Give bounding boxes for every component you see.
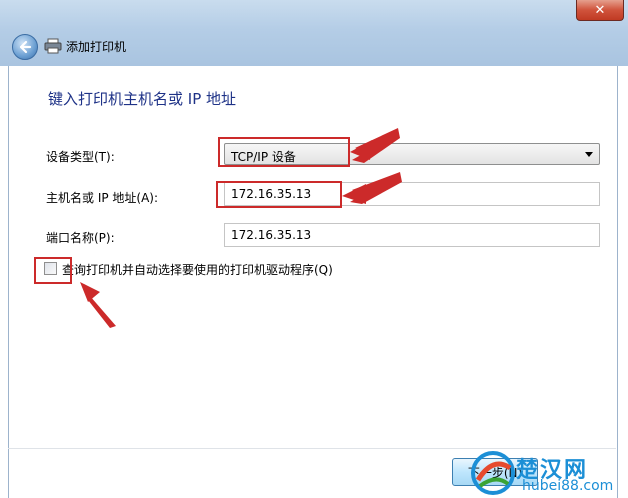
- hostname-label: 主机名或 IP 地址(A):: [46, 191, 159, 205]
- watermark-subtext: hubei88.com: [522, 478, 614, 494]
- printer-icon: [44, 38, 62, 54]
- window-title: 添加打印机: [66, 40, 127, 54]
- close-icon: ✕: [594, 2, 606, 18]
- back-button[interactable]: [12, 34, 38, 60]
- window-controls: ✕: [576, 0, 624, 22]
- query-printer-checkbox-label: 查询打印机并自动选择要使用的打印机驱动程序(Q): [62, 263, 333, 277]
- watermark-logo: 楚汉网 hubei88.com: [470, 448, 626, 498]
- close-button[interactable]: ✕: [576, 0, 624, 21]
- back-arrow-icon: [19, 40, 32, 54]
- annotation-box-checkbox: [34, 257, 72, 284]
- wizard-content: [8, 66, 618, 498]
- watermark-emblem-icon: [471, 451, 515, 495]
- page-heading: 键入打印机主机名或 IP 地址: [48, 90, 237, 108]
- annotation-box-device-type: [218, 137, 350, 167]
- chevron-down-icon: [585, 152, 593, 157]
- annotation-box-hostname: [216, 181, 342, 208]
- port-name-input[interactable]: 172.16.35.13: [224, 223, 600, 247]
- window-titlebar: ✕ 添加打印机: [0, 0, 628, 66]
- device-type-label: 设备类型(T):: [46, 150, 115, 164]
- port-name-label: 端口名称(P):: [46, 231, 115, 245]
